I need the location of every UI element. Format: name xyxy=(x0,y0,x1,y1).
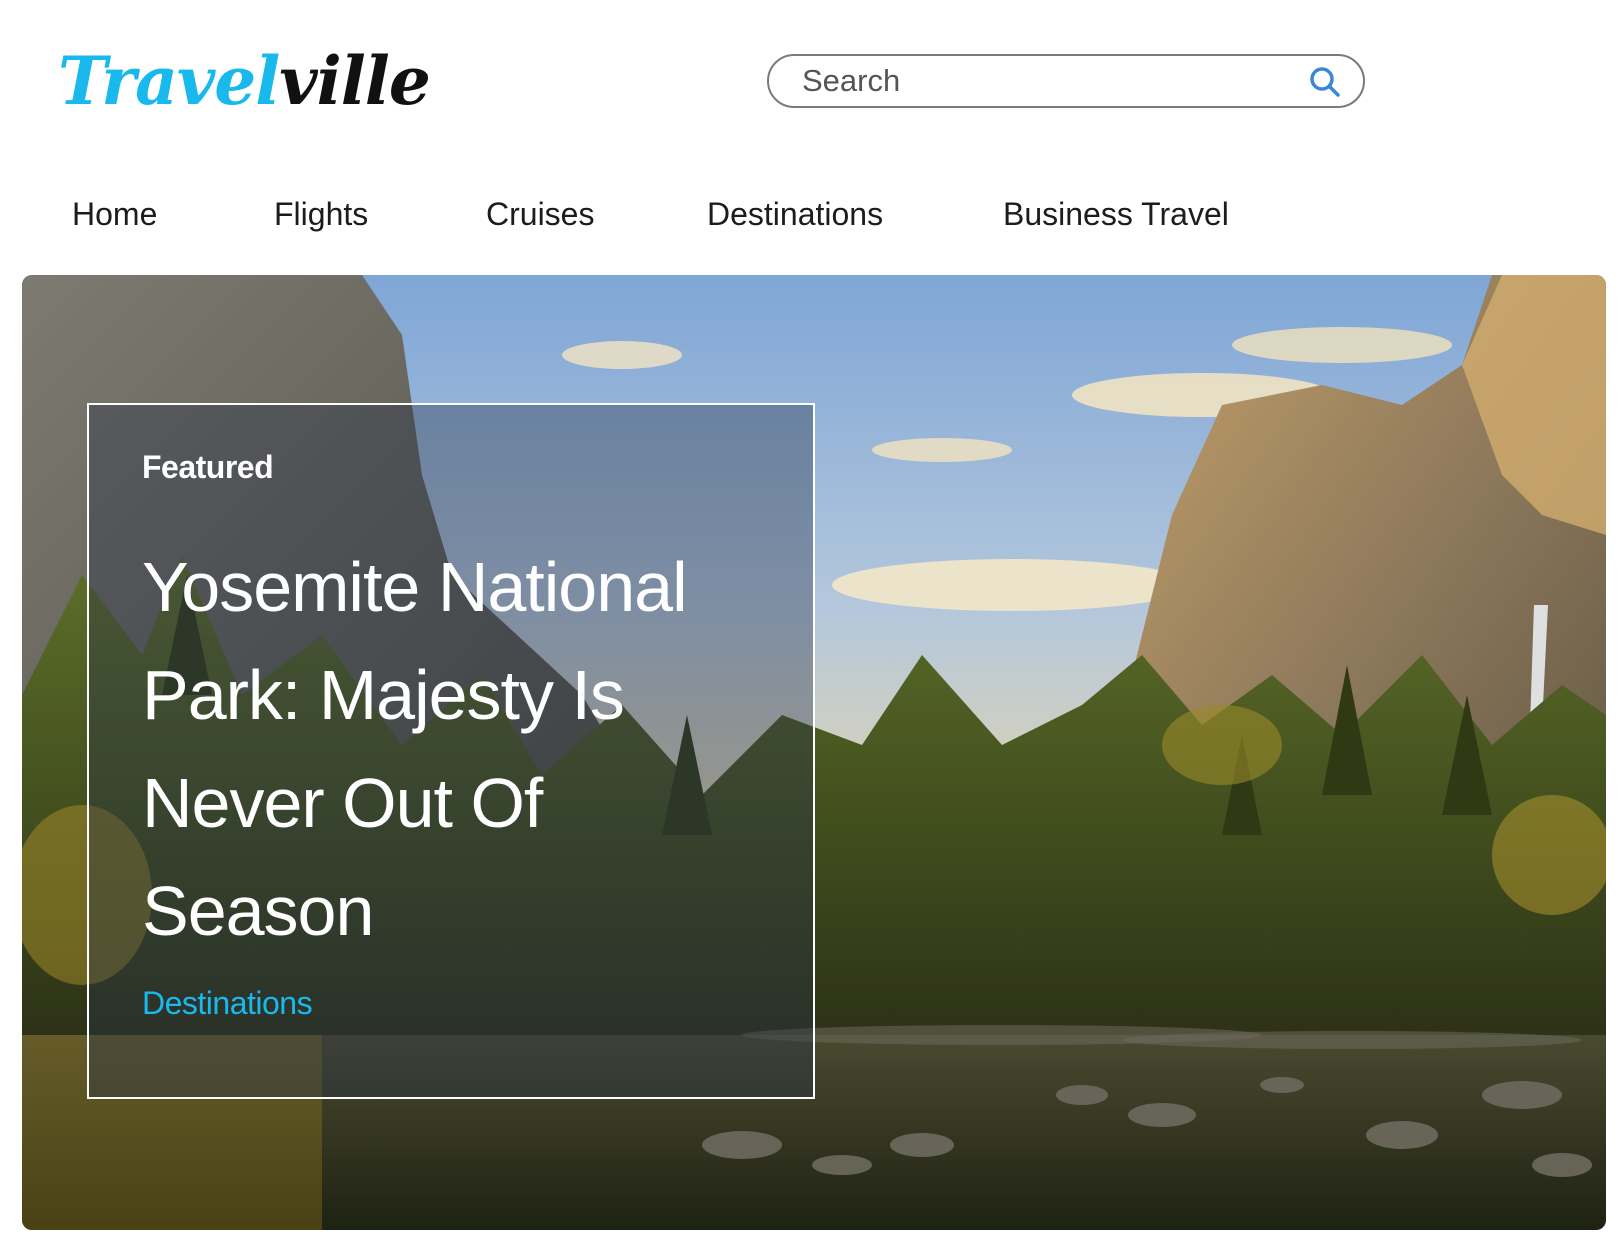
featured-article-category-link[interactable]: Destinations xyxy=(142,985,313,1022)
search-input[interactable] xyxy=(802,59,1282,103)
main-nav: Home Flights Cruises Destinations Busine… xyxy=(0,190,1624,238)
logo-text-travel: Travel xyxy=(58,42,280,120)
nav-item-home[interactable]: Home xyxy=(72,190,157,238)
nav-item-flights[interactable]: Flights xyxy=(274,190,368,238)
featured-article-card[interactable]: Featured Yosemite National Park: Majesty… xyxy=(87,403,815,1099)
nav-item-business-travel[interactable]: Business Travel xyxy=(1003,190,1229,238)
nav-item-destinations[interactable]: Destinations xyxy=(707,190,883,238)
logo[interactable]: Travel ville xyxy=(58,36,431,126)
search-icon[interactable] xyxy=(1307,64,1343,100)
search-box xyxy=(767,54,1365,108)
logo-text-ville: ville xyxy=(279,42,431,120)
featured-article-title[interactable]: Yosemite National Park: Majesty Is Never… xyxy=(142,533,782,965)
nav-item-cruises[interactable]: Cruises xyxy=(486,190,594,238)
hero-banner[interactable]: Featured Yosemite National Park: Majesty… xyxy=(22,275,1606,1230)
featured-label: Featured xyxy=(142,449,274,485)
